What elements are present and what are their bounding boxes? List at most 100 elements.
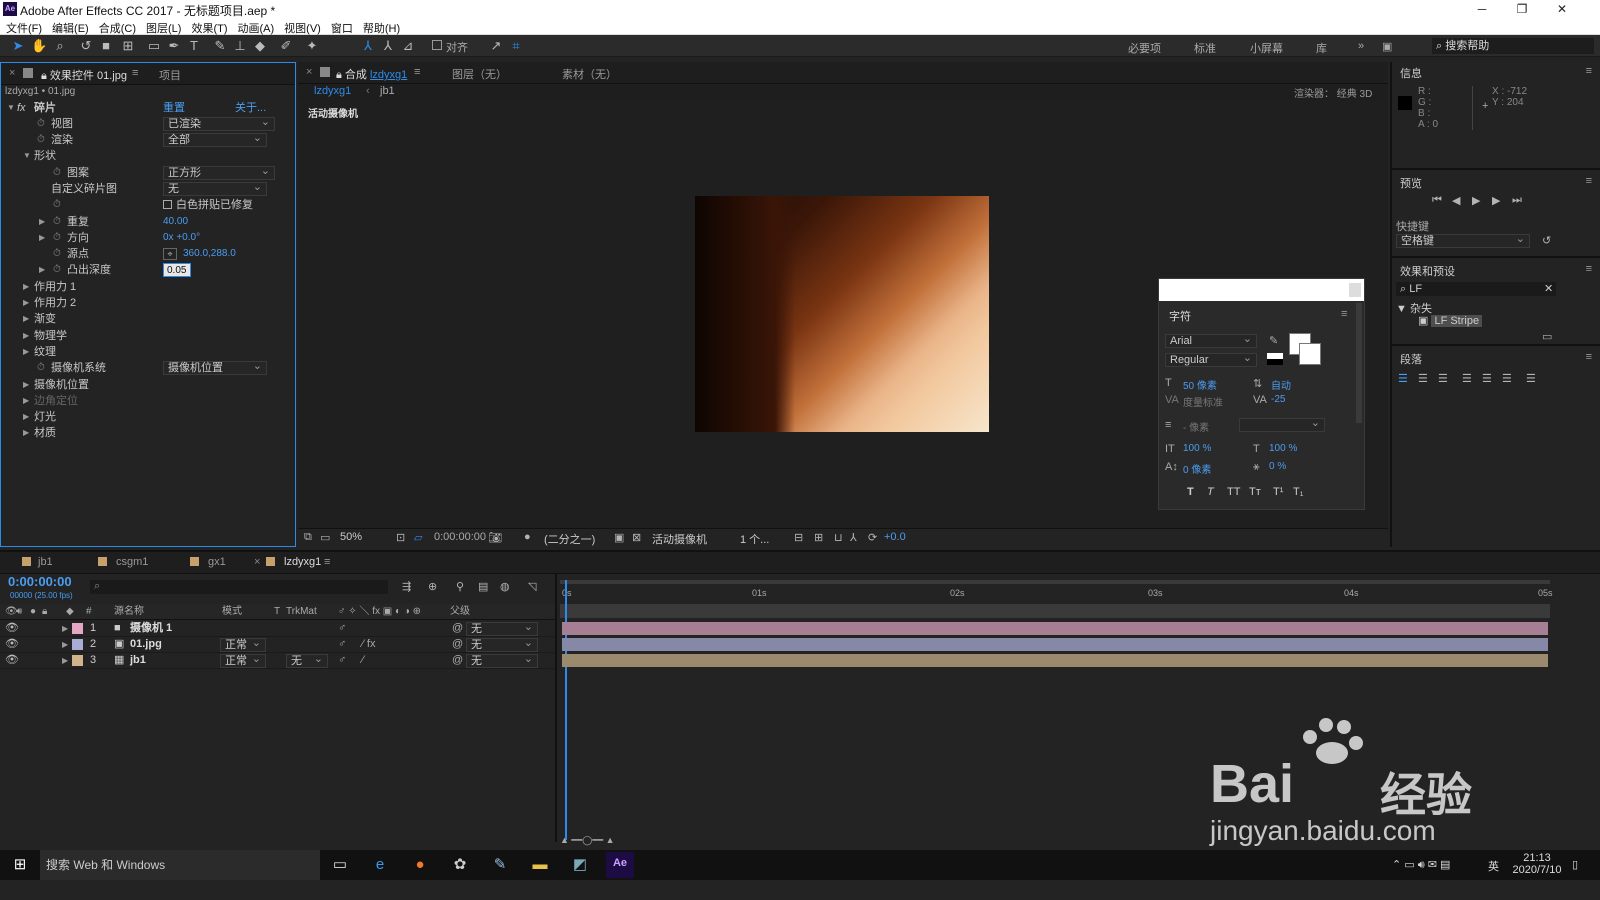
file-explorer-icon[interactable]: ▬	[528, 854, 552, 876]
reset-exposure-icon[interactable]: ⟳	[868, 531, 877, 544]
world-axis-icon[interactable]: ⅄	[380, 38, 396, 54]
tab-layer[interactable]: 图层（无）	[452, 66, 507, 82]
snapshot-icon[interactable]: 📷︎	[488, 531, 502, 544]
shy-switch-icon[interactable]: ♂	[338, 653, 346, 668]
zoom-dropdown[interactable]: 50%	[340, 531, 362, 543]
help-search-input[interactable]: ⌕ 搜索帮助	[1432, 38, 1594, 54]
parent-dropdown[interactable]: 无	[466, 621, 538, 636]
layer-label-color[interactable]	[72, 623, 83, 634]
task-view-icon[interactable]: ▭	[328, 854, 352, 876]
stopwatch-icon[interactable]: ⏱	[53, 262, 61, 278]
menu-composition[interactable]: 合成(C)	[93, 18, 136, 36]
align-center-icon[interactable]: ☰	[1418, 372, 1428, 385]
snap-feather-icon[interactable]: ⌗	[508, 38, 524, 54]
expand-icon[interactable]: ▼	[23, 148, 31, 164]
search-toggle-icon[interactable]: ▣	[1382, 40, 1392, 53]
tab-project[interactable]: 项目	[159, 67, 181, 83]
layer-label-color[interactable]	[72, 639, 83, 650]
prev-frame-icon[interactable]: ◀	[1452, 194, 1460, 207]
camera-system-dropdown[interactable]: 摄像机位置	[163, 360, 267, 375]
expand-icon[interactable]: ▼	[7, 100, 15, 116]
stopwatch-icon[interactable]: ⏱	[37, 132, 45, 148]
layer-duration-bar[interactable]	[562, 654, 1548, 667]
stopwatch-icon[interactable]: ⏱	[53, 165, 61, 181]
stroke-width-value[interactable]: - 像素	[1183, 419, 1209, 434]
tab-csgm1[interactable]: csgm1	[116, 556, 148, 568]
stopwatch-icon[interactable]: ⏱	[37, 360, 45, 376]
mode-dropdown[interactable]: 正常	[220, 637, 266, 652]
play-icon[interactable]: ▶	[1472, 194, 1480, 207]
roi-icon[interactable]: ▣	[614, 531, 624, 544]
mode-dropdown[interactable]: 正常	[220, 653, 266, 668]
panel-menu-icon[interactable]: ≡	[324, 556, 330, 568]
eye-icon[interactable]: 👁︎	[5, 637, 19, 652]
app-icon[interactable]: ◩	[568, 854, 592, 876]
comp-flowchart-icon[interactable]: ⇶	[402, 580, 411, 593]
expand-icon[interactable]: ▶	[62, 637, 68, 652]
group-gradient[interactable]: 渐变	[34, 311, 56, 327]
all-caps-button[interactable]: TT	[1227, 486, 1240, 498]
toggle-pixel-icon[interactable]: ⊟	[794, 531, 803, 544]
extrusion-input[interactable]: 0.05	[163, 263, 191, 277]
workspace-essentials[interactable]: 必要项	[1128, 40, 1161, 56]
zoom-slider[interactable]: ▲ ━━◯━━ ▲	[560, 835, 640, 845]
repetitions-value[interactable]: 40.00	[163, 214, 188, 230]
zoom-tool-icon[interactable]: ⌕	[52, 38, 68, 54]
expand-icon[interactable]: ▶	[39, 262, 45, 278]
layer-search-input[interactable]: ⌕	[90, 580, 388, 594]
faux-bold-button[interactable]: T	[1187, 486, 1194, 498]
crosshair-icon[interactable]: ⌖	[163, 248, 177, 260]
leading-value[interactable]: 自动	[1271, 377, 1291, 392]
clear-search-icon[interactable]: ✕	[1544, 282, 1553, 295]
panel-menu-icon[interactable]: ≡	[1586, 351, 1592, 363]
reset-icon[interactable]: ↺	[1542, 234, 1551, 247]
justify-right-icon[interactable]: ☰	[1502, 372, 1512, 385]
flowchart-icon[interactable]: ⅄	[850, 531, 857, 544]
expand-icon[interactable]: ▶	[62, 621, 68, 636]
after-effects-taskbar-icon[interactable]: Ae	[606, 852, 634, 878]
shortcut-dropdown[interactable]: 空格键	[1396, 233, 1530, 248]
menu-animation[interactable]: 动画(A)	[232, 18, 275, 36]
shy-icon[interactable]: ⚲	[456, 580, 464, 593]
time-ruler[interactable]: 0s 01s 02s 03s 04s 05s	[560, 586, 1553, 604]
rectangle-tool-icon[interactable]: ▭	[146, 38, 162, 54]
font-style-dropdown[interactable]: Regular	[1165, 352, 1257, 367]
black-white-icon[interactable]	[1267, 353, 1283, 365]
quality-switch-icon[interactable]: ⁄ fx	[362, 637, 375, 652]
expand-icon[interactable]: ▶	[23, 393, 29, 409]
menu-file[interactable]: 文件(F)	[0, 18, 42, 36]
stroke-style-dropdown[interactable]	[1239, 417, 1325, 432]
app-icon[interactable]: ✎	[488, 854, 512, 876]
draft-3d-icon[interactable]: ⊕	[428, 580, 437, 593]
view-axis-icon[interactable]: ⊿	[400, 38, 416, 54]
pickwhip-icon[interactable]: @	[452, 637, 463, 652]
close-icon[interactable]	[1349, 283, 1361, 297]
roto-brush-tool-icon[interactable]: ✐	[278, 38, 294, 54]
expand-icon[interactable]: ▶	[23, 377, 29, 393]
tracking-value[interactable]: -25	[1271, 394, 1285, 405]
workspace-small-screen[interactable]: 小屏幕	[1250, 40, 1283, 56]
small-caps-button[interactable]: Tт	[1249, 486, 1261, 498]
exposure-value[interactable]: +0.0	[884, 531, 906, 543]
current-time[interactable]: 0:00:00:00	[434, 531, 486, 543]
taskbar-search-input[interactable]: 搜索 Web 和 Windows	[40, 850, 320, 880]
col-source-name[interactable]: 源名称	[114, 604, 144, 619]
tab-jb1[interactable]: jb1	[38, 556, 53, 568]
hand-tool-icon[interactable]: ✋	[31, 38, 47, 54]
panel-menu-icon[interactable]: ≡	[1586, 263, 1592, 275]
next-frame-icon[interactable]: ▶	[1492, 194, 1500, 207]
eye-icon[interactable]: 👁︎	[5, 653, 19, 668]
shy-switch-icon[interactable]: ♂	[338, 621, 346, 636]
scrollbar[interactable]	[1356, 303, 1362, 423]
maximize-icon[interactable]: ❐	[1502, 0, 1542, 18]
panel-menu-icon[interactable]: ≡	[1586, 65, 1592, 77]
motion-blur-icon[interactable]: ◍	[500, 580, 510, 593]
fast-preview-icon[interactable]: ⊞	[814, 531, 823, 544]
toggle-mask-icon[interactable]: ▱	[414, 531, 422, 544]
snap-checkbox[interactable]	[432, 40, 442, 50]
panel-menu-icon[interactable]: ≡	[132, 67, 138, 79]
app-icon[interactable]: ✿	[448, 854, 472, 876]
layer-name[interactable]: jb1	[130, 653, 146, 668]
workspace-standard[interactable]: 标准	[1194, 40, 1216, 56]
effects-search-input[interactable]: ⌕ LF	[1396, 282, 1556, 296]
